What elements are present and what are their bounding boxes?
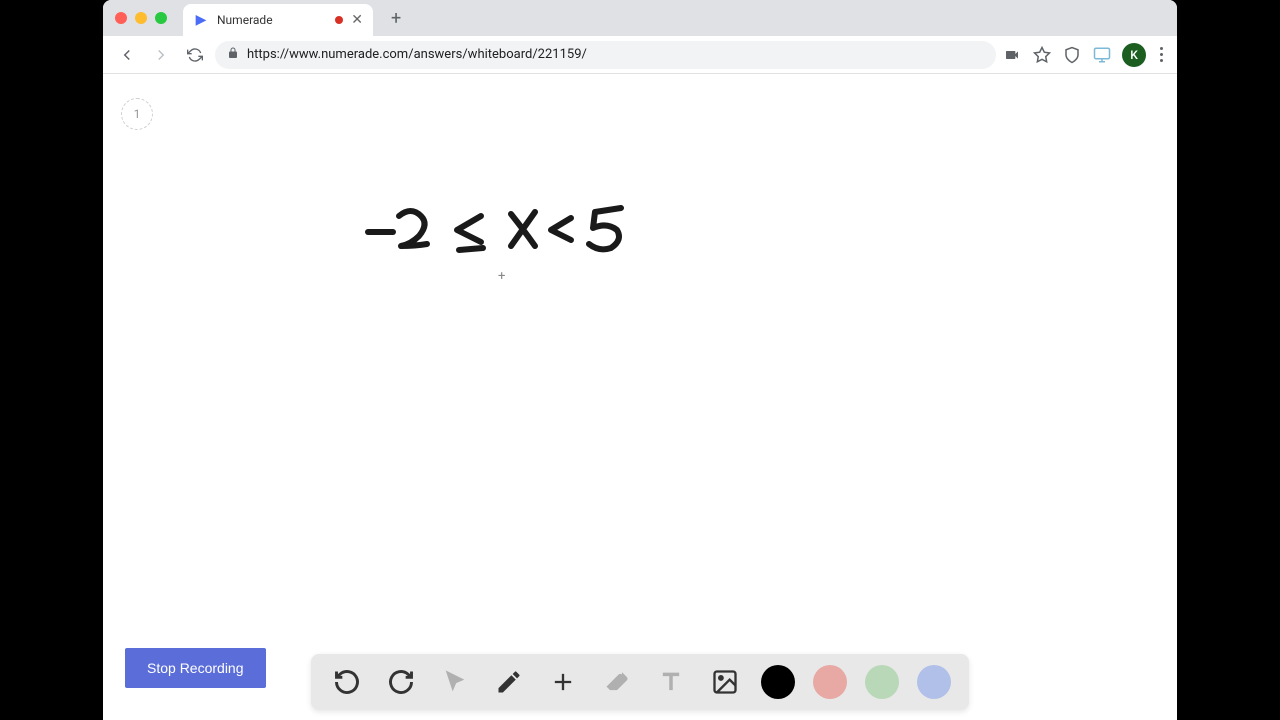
minimize-window-button[interactable] [135, 12, 147, 24]
color-pink-swatch[interactable] [813, 665, 847, 699]
close-tab-icon[interactable]: ✕ [351, 12, 363, 28]
page-content: 1 [103, 74, 1177, 720]
maximize-window-button[interactable] [155, 12, 167, 24]
text-tool-button[interactable] [653, 664, 689, 700]
shield-icon[interactable] [1062, 45, 1082, 65]
undo-button[interactable] [329, 664, 365, 700]
pointer-tool-button[interactable] [437, 664, 473, 700]
color-green-swatch[interactable] [865, 665, 899, 699]
address-bar-row: https://www.numerade.com/answers/whitebo… [103, 36, 1177, 74]
browser-window: ▶ Numerade ✕ + https://www.numerade.com/… [103, 0, 1177, 720]
page-number-badge[interactable]: 1 [121, 98, 153, 130]
handwritten-math-expression [363, 194, 643, 288]
browser-tab[interactable]: ▶ Numerade ✕ [183, 4, 373, 36]
lock-icon [227, 47, 239, 62]
reload-button[interactable] [181, 41, 209, 69]
window-controls [115, 12, 167, 24]
recording-indicator-icon [335, 16, 343, 24]
star-icon[interactable] [1032, 45, 1052, 65]
browser-menu-button[interactable] [1156, 43, 1167, 66]
forward-button[interactable] [147, 41, 175, 69]
image-tool-button[interactable] [707, 664, 743, 700]
stop-recording-button[interactable]: Stop Recording [125, 648, 266, 688]
titlebar: ▶ Numerade ✕ + [103, 0, 1177, 36]
close-window-button[interactable] [115, 12, 127, 24]
monitor-icon[interactable] [1092, 45, 1112, 65]
toolbar-right-icons: K [1002, 43, 1167, 67]
whiteboard-toolbar [311, 654, 969, 710]
profile-avatar[interactable]: K [1122, 43, 1146, 67]
pen-tool-button[interactable] [491, 664, 527, 700]
eraser-tool-button[interactable] [599, 664, 635, 700]
new-tab-button[interactable]: + [391, 8, 401, 29]
camera-icon[interactable] [1002, 45, 1022, 65]
color-black-swatch[interactable] [761, 665, 795, 699]
address-bar[interactable]: https://www.numerade.com/answers/whitebo… [215, 41, 996, 69]
color-blue-swatch[interactable] [917, 665, 951, 699]
add-tool-button[interactable] [545, 664, 581, 700]
tab-favicon-icon: ▶ [193, 12, 209, 28]
tab-title: Numerade [217, 13, 327, 27]
url-text: https://www.numerade.com/answers/whitebo… [247, 47, 984, 62]
redo-button[interactable] [383, 664, 419, 700]
back-button[interactable] [113, 41, 141, 69]
